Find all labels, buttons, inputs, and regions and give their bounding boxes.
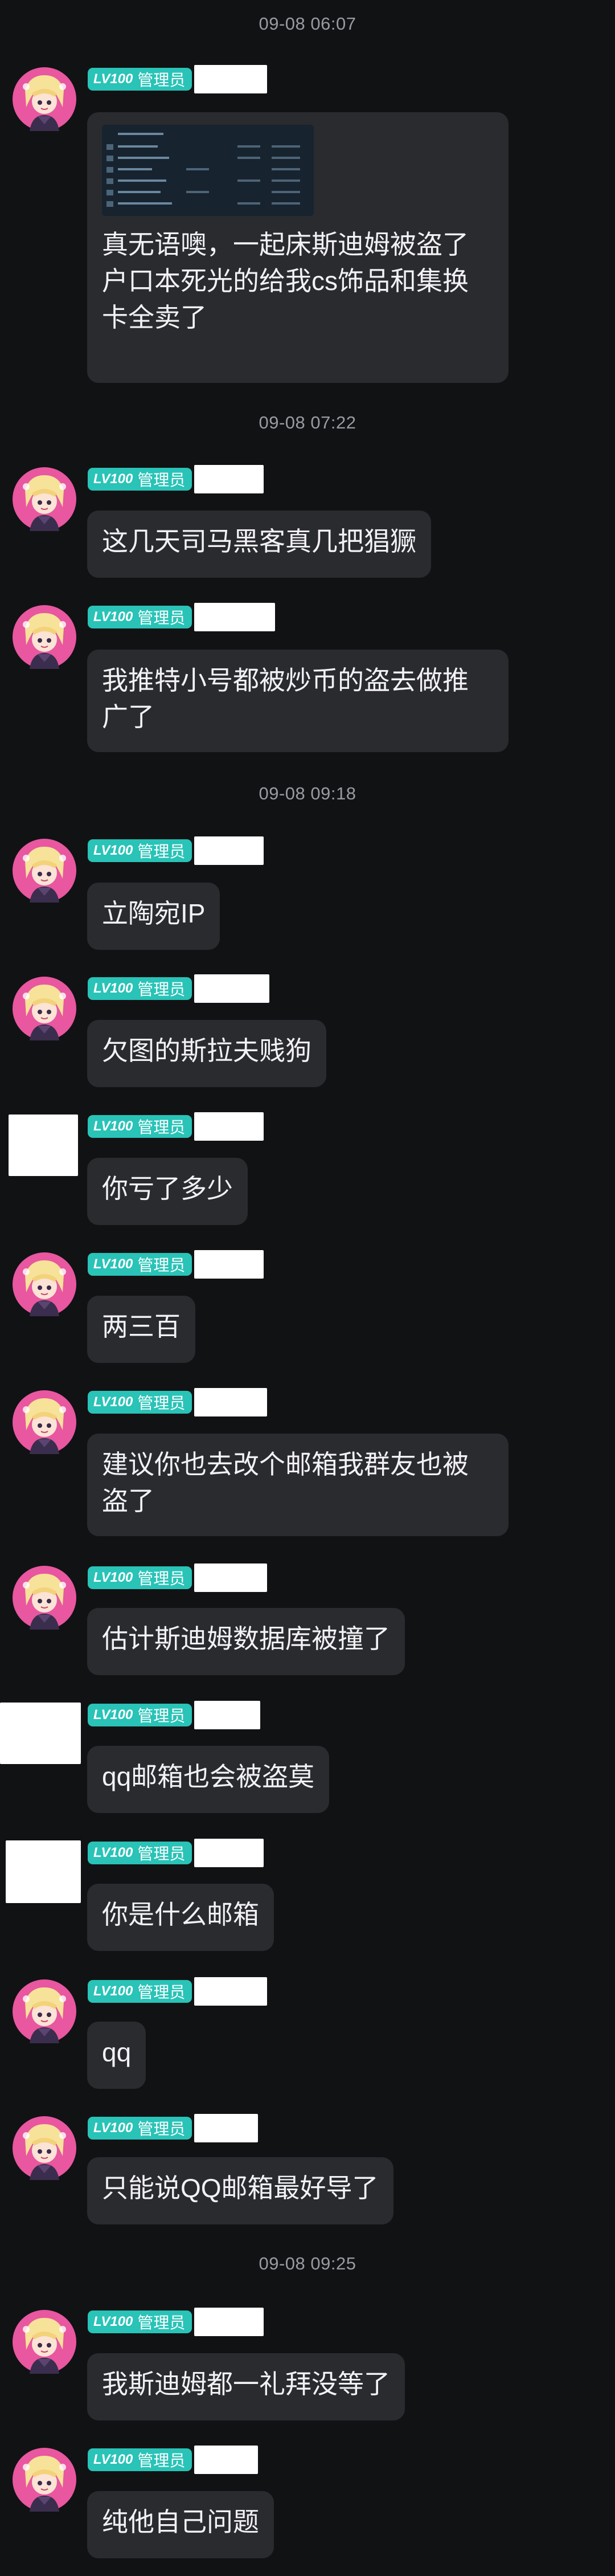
- sender-meta: LV100 管理员: [88, 65, 268, 93]
- message-bubble[interactable]: 我推特小号都被炒币的盗去做推广了: [87, 650, 509, 752]
- timestamp: 09-08 07:22: [259, 413, 356, 432]
- screenshot-image[interactable]: [102, 125, 314, 216]
- message-bubble[interactable]: 我斯迪姆都一礼拜没等了: [87, 2353, 405, 2420]
- timestamp: 09-08 09:25: [259, 2254, 356, 2273]
- message-text: 只能说QQ邮箱最好导了: [102, 2173, 379, 2203]
- message-bubble[interactable]: 你亏了多少: [87, 1158, 248, 1225]
- redacted-username[interactable]: [194, 2308, 264, 2336]
- sender-meta: LV100 管理员: [88, 1701, 261, 1729]
- admin-badge: LV100 管理员: [88, 2448, 192, 2471]
- sender-meta: LV100 管理员: [88, 1388, 268, 1416]
- admin-badge: LV100 管理员: [88, 1704, 192, 1726]
- message-text: 估计斯迪姆数据库被撞了: [102, 1624, 390, 1654]
- avatar[interactable]: [0, 1703, 81, 1764]
- avatar[interactable]: [13, 1390, 76, 1454]
- avatar[interactable]: [13, 839, 76, 903]
- timestamp: 09-08 06:07: [259, 14, 356, 34]
- sender-meta: LV100 管理员: [88, 1839, 264, 1867]
- redacted-username[interactable]: [194, 1112, 264, 1141]
- redacted-username[interactable]: [194, 1977, 268, 2006]
- admin-badge: LV100 管理员: [88, 1842, 192, 1864]
- admin-badge: LV100 管理员: [88, 2117, 192, 2140]
- message-bubble[interactable]: 两三百: [87, 1296, 195, 1363]
- redacted-username[interactable]: [194, 465, 264, 493]
- redacted-username[interactable]: [194, 1250, 264, 1279]
- sender-meta: LV100 管理员: [88, 603, 276, 631]
- admin-badge: LV100 管理员: [88, 1115, 192, 1138]
- avatar[interactable]: [13, 2116, 76, 2180]
- avatar[interactable]: [13, 977, 76, 1040]
- message-text: 两三百: [102, 1312, 181, 1341]
- admin-badge: LV100 管理员: [88, 606, 192, 628]
- sender-meta: LV100 管理员: [88, 2114, 259, 2142]
- admin-badge: LV100 管理员: [88, 1566, 192, 1589]
- sender-meta: LV100 管理员: [88, 974, 270, 1003]
- avatar[interactable]: [6, 1840, 81, 1903]
- timestamp: 09-08 09:18: [259, 783, 356, 803]
- message-text: 你是什么邮箱: [102, 1900, 259, 1929]
- message-text: 立陶宛IP: [102, 899, 206, 928]
- avatar[interactable]: [13, 67, 76, 131]
- message-text: 我推特小号都被炒币的盗去做推广了: [102, 666, 469, 732]
- message-bubble[interactable]: 欠图的斯拉夫贱狗: [87, 1020, 326, 1087]
- sender-meta: LV100 管理员: [88, 465, 264, 493]
- avatar[interactable]: [13, 605, 76, 669]
- redacted-username[interactable]: [194, 65, 268, 93]
- avatar[interactable]: [9, 1115, 78, 1176]
- avatar[interactable]: [13, 2448, 76, 2512]
- sender-meta: LV100 管理员: [88, 1112, 264, 1141]
- redacted-username[interactable]: [194, 974, 270, 1003]
- avatar[interactable]: [13, 2310, 76, 2374]
- message-bubble[interactable]: 这几天司马黑客真几把猖獗: [87, 511, 431, 578]
- admin-badge: LV100 管理员: [88, 2310, 192, 2333]
- message-text: 真无语噢，一起床斯迪姆被盗了户口本死光的给我cs饰品和集换卡全卖了: [102, 230, 469, 332]
- admin-badge: LV100 管理员: [88, 977, 192, 1000]
- message-bubble[interactable]: 你是什么邮箱: [87, 1884, 274, 1951]
- message-text: 建议你也去改个邮箱我群友也被盗了: [102, 1450, 469, 1516]
- message-bubble[interactable]: 估计斯迪姆数据库被撞了: [87, 1608, 405, 1675]
- redacted-username[interactable]: [194, 1563, 268, 1592]
- avatar[interactable]: [13, 1252, 76, 1316]
- avatar[interactable]: [13, 1566, 76, 1630]
- message-bubble[interactable]: 建议你也去改个邮箱我群友也被盗了: [87, 1434, 509, 1536]
- admin-badge: LV100 管理员: [88, 1253, 192, 1276]
- message-bubble[interactable]: qq: [87, 2022, 146, 2089]
- admin-badge: LV100 管理员: [88, 1391, 192, 1414]
- avatar[interactable]: [13, 467, 76, 531]
- redacted-username[interactable]: [194, 1839, 264, 1867]
- sender-meta: LV100 管理员: [88, 2446, 259, 2474]
- redacted-username[interactable]: [194, 836, 264, 865]
- message-text: 我斯迪姆都一礼拜没等了: [102, 2369, 390, 2399]
- message-text: 你亏了多少: [102, 1174, 233, 1203]
- admin-badge: LV100 管理员: [88, 1980, 192, 2003]
- sender-meta: LV100 管理员: [88, 836, 264, 865]
- redacted-username[interactable]: [194, 2446, 259, 2474]
- admin-badge: LV100 管理员: [88, 839, 192, 862]
- message-text: qq邮箱也会被盗莫: [102, 1762, 315, 1791]
- redacted-username[interactable]: [194, 1388, 268, 1416]
- sender-meta: LV100 管理员: [88, 1563, 268, 1592]
- redacted-username[interactable]: [194, 1701, 261, 1729]
- redacted-username[interactable]: [194, 2114, 259, 2142]
- sender-meta: LV100 管理员: [88, 1977, 268, 2006]
- message-bubble[interactable]: 纯他自己问题: [87, 2491, 274, 2558]
- sender-meta: LV100 管理员: [88, 2308, 264, 2336]
- message-bubble[interactable]: 只能说QQ邮箱最好导了: [87, 2157, 393, 2224]
- message-bubble[interactable]: 立陶宛IP: [87, 883, 220, 950]
- sender-meta: LV100 管理员: [88, 1250, 264, 1279]
- message-text: 欠图的斯拉夫贱狗: [102, 1036, 311, 1065]
- redacted-username[interactable]: [194, 603, 276, 631]
- message-text: qq: [102, 2038, 132, 2067]
- message-bubble[interactable]: qq邮箱也会被盗莫: [87, 1746, 330, 1813]
- avatar[interactable]: [13, 1979, 76, 2043]
- admin-badge: LV100 管理员: [88, 468, 192, 491]
- message-text: 这几天司马黑客真几把猖獗: [102, 526, 416, 556]
- admin-badge: LV100 管理员: [88, 68, 192, 91]
- message-text: 纯他自己问题: [102, 2507, 259, 2537]
- message-bubble[interactable]: 真无语噢，一起床斯迪姆被盗了户口本死光的给我cs饰品和集换卡全卖了: [87, 112, 509, 383]
